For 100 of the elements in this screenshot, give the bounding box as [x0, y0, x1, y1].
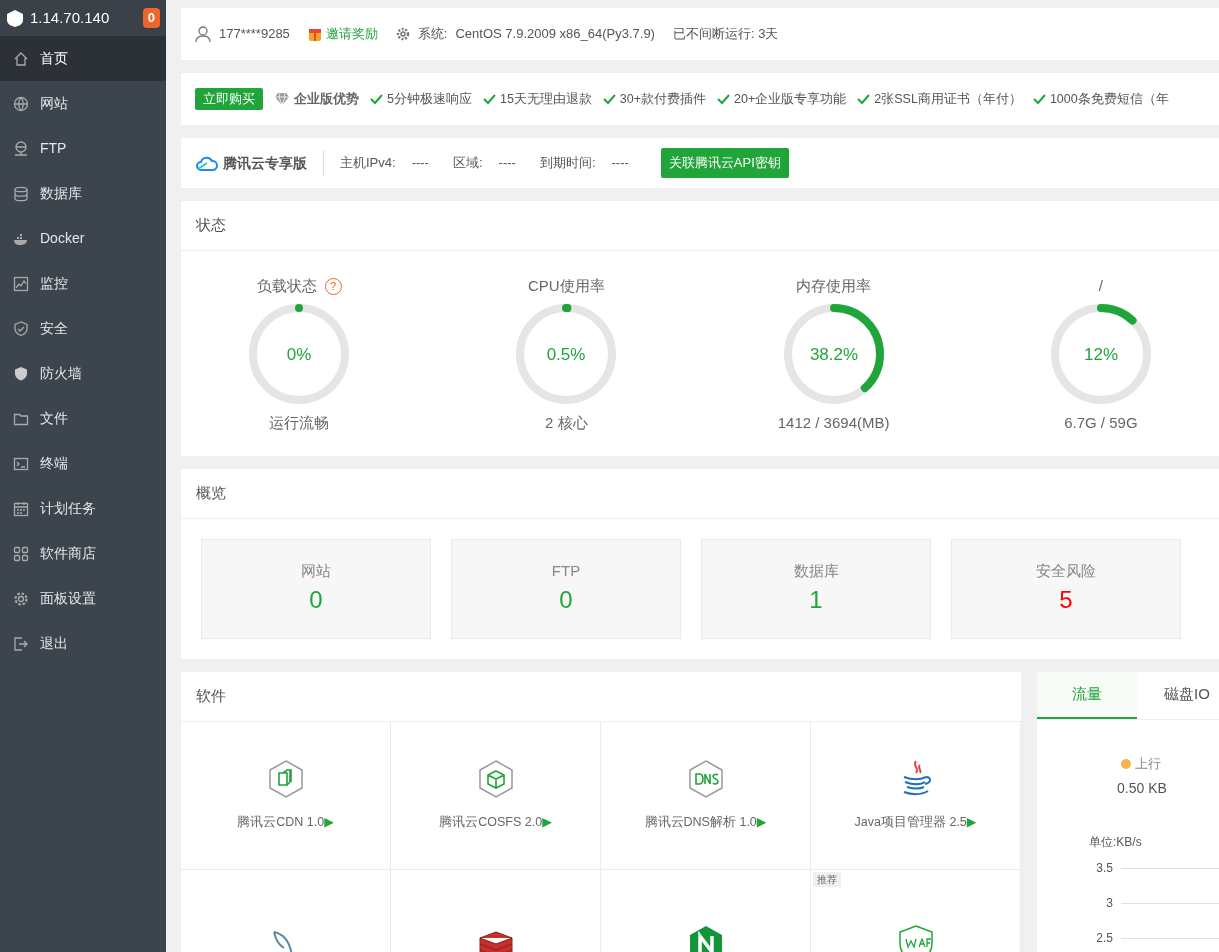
software-name: Java项目管理器 2.5 — [854, 814, 967, 832]
play-arrow[interactable]: ▶ — [542, 813, 552, 832]
stat-value: 1 — [809, 585, 823, 616]
chart-frame-icon — [13, 275, 29, 292]
feature-text: 5分钟极速响应 — [387, 90, 472, 108]
software-name: 腾讯云COSFS 2.0 — [439, 814, 543, 832]
gauge-caption: 运行流畅 — [269, 412, 330, 433]
sidebar-item[interactable]: 退出 — [0, 621, 166, 666]
gauge-label: 负载状态 — [256, 276, 317, 296]
logout-icon — [13, 635, 29, 652]
field-label: 区域: — [452, 154, 483, 173]
house-icon — [13, 50, 29, 67]
play-arrow[interactable]: ▶ — [966, 813, 977, 832]
section-title: 概览 — [181, 469, 1219, 519]
sidebar-item[interactable]: 首页 — [0, 36, 166, 81]
field-label: 到期时间: — [539, 154, 596, 173]
stat-value: 5 — [1059, 585, 1073, 616]
stat-value: 0 — [309, 585, 323, 616]
software-tile[interactable]: 腾讯云COSFS 2.0▶ — [391, 722, 601, 870]
axis-tick: 3 — [1105, 895, 1113, 912]
section-title: 软件 — [181, 672, 1021, 722]
feature-text: 20+企业版专享功能 — [734, 90, 847, 108]
check-icon — [857, 93, 871, 105]
notification-count[interactable]: 0 — [142, 8, 160, 28]
cloud-icon — [195, 154, 219, 172]
sidebar-item[interactable]: 软件商店 — [0, 531, 166, 576]
gauge-caption: 2 核心 — [545, 412, 588, 433]
feature-text: 1000条免费短信（年 — [1049, 90, 1169, 108]
stat-label: FTP — [551, 560, 581, 581]
gauge-label: 内存使用率 — [796, 276, 872, 296]
sidebar-item[interactable]: Docker — [0, 216, 166, 261]
sidebar-item[interactable]: 防火墙 — [0, 351, 166, 396]
gauge-value: 12% — [1083, 344, 1118, 364]
upload-value: 0.50 KB — [1117, 778, 1167, 798]
software-tile[interactable]: Java项目管理器 2.5▶ — [811, 722, 1021, 870]
feature-text: 30+款付费插件 — [619, 90, 707, 108]
field-value: ---- — [611, 154, 629, 173]
axis-tick: 2.5 — [1095, 930, 1113, 947]
shield-check-icon — [13, 320, 29, 337]
feature-text: 15天无理由退款 — [499, 90, 592, 108]
field-label: 主机IPv4: — [340, 154, 396, 173]
gear-icon — [395, 27, 410, 41]
software-name: 腾讯云CDN 1.0 — [237, 814, 325, 832]
calendar-icon — [13, 500, 29, 517]
tencent-title: 腾讯云专享版 — [223, 153, 307, 173]
uptime-text: 已不间断运行: 3天 — [672, 25, 779, 44]
field-value: ---- — [498, 154, 516, 173]
invite-reward-link[interactable]: 邀请奖励 — [325, 24, 378, 44]
buy-now-button[interactable]: 立即购买 — [195, 88, 263, 110]
tab[interactable]: 磁盘IO — [1137, 672, 1219, 719]
shield-icon — [13, 365, 29, 382]
database-icon — [13, 185, 29, 202]
sidebar-item[interactable]: 数据库 — [0, 171, 166, 216]
axis-tick: 3.5 — [1095, 860, 1113, 877]
check-icon — [602, 93, 616, 105]
diamond-icon — [274, 91, 290, 107]
gauge-value: 0.5% — [547, 344, 586, 364]
sidebar-item[interactable]: 监控 — [0, 261, 166, 306]
play-arrow[interactable]: ▶ — [756, 813, 767, 832]
stat-label: 安全风险 — [1036, 560, 1096, 581]
software-name: 腾讯云DNS解析 1.0 — [644, 814, 757, 832]
grid-icon — [13, 545, 29, 562]
sidebar-item[interactable]: 终端 — [0, 441, 166, 486]
software-tile[interactable]: 腾讯云CDN 1.0▶ — [181, 722, 391, 870]
tab[interactable]: 流量 — [1037, 672, 1137, 719]
section-title: 状态 — [181, 201, 1219, 251]
sidebar-item[interactable]: FTP — [0, 126, 166, 171]
sidebar-item[interactable]: 网站 — [0, 81, 166, 126]
stat-label: 网站 — [301, 560, 331, 581]
gauge-label: / — [1098, 276, 1103, 296]
settings-icon — [13, 590, 29, 607]
stat-label: 数据库 — [793, 560, 839, 581]
gauge-value: 38.2% — [809, 344, 858, 364]
play-arrow[interactable]: ▶ — [324, 813, 334, 832]
sidebar-item[interactable]: 面板设置 — [0, 576, 166, 621]
gauge-label: CPU使用率 — [528, 276, 605, 296]
recommend-tag: 推荐 — [813, 872, 841, 887]
stat-card[interactable]: 数据库 1 — [701, 539, 931, 639]
upload-label: 上行 — [1135, 755, 1161, 773]
terminal-icon — [13, 455, 29, 472]
stat-card[interactable]: 安全风险 5 — [951, 539, 1181, 639]
field-value: ---- — [411, 154, 429, 173]
software-tile[interactable]: 推荐 — [811, 870, 1021, 952]
chart-unit: 单位:KB/s — [1089, 833, 1143, 851]
gauge-caption: 6.7G / 59G — [1064, 412, 1138, 433]
user-icon — [195, 26, 211, 42]
sidebar-item[interactable]: 安全 — [0, 306, 166, 351]
globe-icon — [13, 95, 29, 112]
gauge-value: 0% — [286, 344, 312, 364]
sidebar-item[interactable]: 计划任务 — [0, 486, 166, 531]
software-tile[interactable]: 腾讯云DNS解析 1.0▶ — [601, 722, 811, 870]
feature-text: 2张SSL商用证书（年付） — [874, 90, 1022, 108]
stat-card[interactable]: FTP 0 — [451, 539, 681, 639]
check-icon — [482, 93, 496, 105]
check-icon — [1032, 93, 1046, 105]
enterprise-title: 企业版优势 — [294, 90, 359, 109]
link-api-key-button[interactable]: 关联腾讯云API密钥 — [660, 148, 789, 178]
system-info: CentOS 7.9.2009 x86_64(Py3.7.9) — [455, 25, 655, 44]
stat-card[interactable]: 网站 0 — [201, 539, 431, 639]
sidebar-item[interactable]: 文件 — [0, 396, 166, 441]
